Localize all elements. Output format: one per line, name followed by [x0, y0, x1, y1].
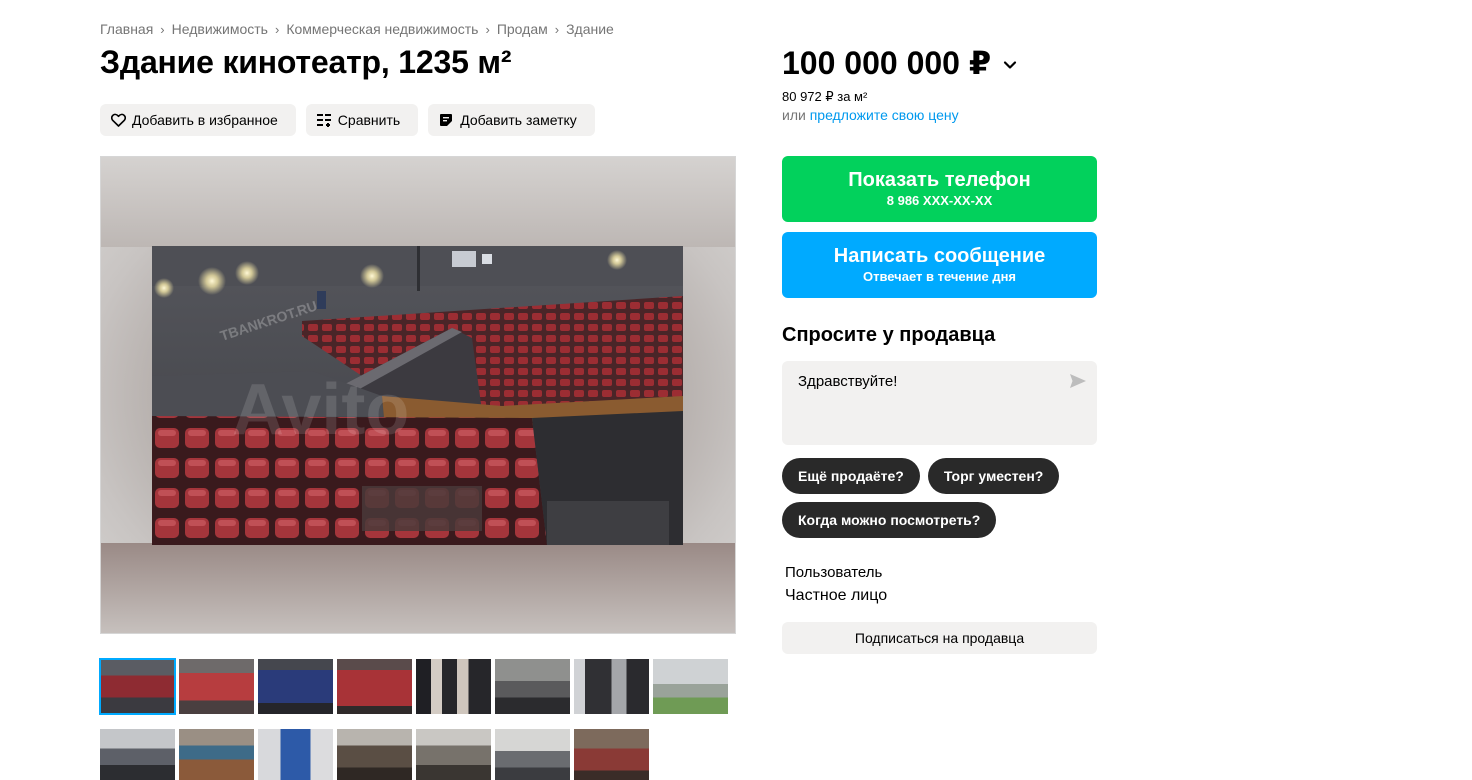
add-to-favorites-label: Добавить в избранное	[132, 112, 278, 128]
seller-type: Пользователь	[785, 564, 883, 581]
thumbnail[interactable]	[653, 659, 728, 714]
avito-watermark: Avito	[232, 370, 409, 450]
thumbnail[interactable]	[416, 659, 491, 714]
price-block: 100 000 000 ₽	[782, 44, 1017, 82]
thumbnail[interactable]	[495, 729, 570, 780]
breadcrumb-item-commercial[interactable]: Коммерческая недвижимость	[286, 21, 478, 37]
thumbnail[interactable]	[495, 659, 570, 714]
offer-price-line: или предложите свою цену	[782, 107, 959, 123]
price-value: 100 000 000 ₽	[782, 45, 992, 81]
quick-question-chip[interactable]: Торг уместен?	[927, 458, 1060, 494]
compare-button[interactable]: Сравнить	[305, 104, 419, 136]
phone-number: 8 986 XXX-XX-XX	[886, 193, 993, 208]
show-phone-button[interactable]: Показать телефон 8 986 XXX-XX-XX	[782, 156, 1097, 222]
send-icon[interactable]	[1069, 372, 1087, 390]
response-time: Отвечает в течение дня	[862, 269, 1017, 284]
breadcrumb-separator: ›	[160, 21, 165, 37]
breadcrumb-separator: ›	[274, 21, 280, 37]
note-icon	[438, 112, 454, 128]
ask-seller-title: Спросите у продавца	[782, 324, 996, 346]
quick-question-chip[interactable]: Ещё продаёте?	[782, 458, 920, 494]
offer-price-link[interactable]: предложите свою цену	[810, 107, 959, 123]
compare-icon	[316, 112, 332, 128]
ask-seller-text: Здравствуйте!	[798, 373, 898, 390]
breadcrumb: Главная › Недвижимость › Коммерческая не…	[100, 21, 614, 37]
main-photo[interactable]: TBANKROT.RU Avito	[100, 156, 736, 634]
thumbnail[interactable]	[416, 729, 491, 780]
thumbnail[interactable]	[574, 659, 649, 714]
quick-question-chip[interactable]: Когда можно посмотреть?	[782, 502, 997, 538]
quick-questions: Ещё продаёте? Торг уместен? Когда можно …	[782, 458, 1097, 538]
photo-blur-background	[101, 543, 735, 633]
thumbnail[interactable]	[258, 659, 333, 714]
heart-icon	[110, 112, 126, 128]
add-note-label: Добавить заметку	[460, 112, 577, 128]
photo-blur-background	[101, 157, 735, 247]
price-per-m2: 80 972 ₽ за м²	[782, 89, 868, 104]
thumbnail[interactable]	[99, 658, 176, 715]
breadcrumb-item-sell[interactable]: Продам	[497, 21, 548, 37]
breadcrumb-separator: ›	[554, 21, 560, 37]
thumbnail[interactable]	[337, 729, 412, 780]
subscribe-seller-button[interactable]: Подписаться на продавца	[782, 622, 1097, 654]
thumbnail[interactable]	[179, 729, 254, 780]
breadcrumb-item-realty[interactable]: Недвижимость	[172, 21, 268, 37]
chevron-down-icon[interactable]	[1003, 58, 1017, 72]
breadcrumb-item-home[interactable]: Главная	[100, 21, 153, 37]
thumbnail[interactable]	[337, 659, 412, 714]
thumbnail[interactable]	[258, 729, 333, 780]
breadcrumb-separator: ›	[485, 21, 490, 37]
add-note-button[interactable]: Добавить заметку	[428, 104, 595, 136]
page-title: Здание кинотеатр, 1235 м²	[100, 44, 512, 80]
show-phone-label: Показать телефон	[848, 169, 1031, 191]
thumbnail-strip	[99, 658, 728, 780]
cinema-hall-photo: TBANKROT.RU Avito	[152, 246, 683, 545]
write-message-button[interactable]: Написать сообщение Отвечает в течение дн…	[782, 232, 1097, 298]
compare-label: Сравнить	[337, 112, 401, 128]
add-to-favorites-button[interactable]: Добавить в избранное	[100, 104, 296, 136]
ask-seller-input[interactable]: Здравствуйте!	[782, 361, 1097, 445]
write-message-label: Написать сообщение	[833, 245, 1046, 267]
offer-prefix: или	[782, 107, 810, 123]
thumbnail[interactable]	[574, 729, 649, 780]
listing-actions: Добавить в избранное Сравнить Добавить з…	[100, 104, 595, 136]
thumbnail[interactable]	[179, 659, 254, 714]
breadcrumb-item-building[interactable]: Здание	[566, 21, 614, 37]
thumbnail[interactable]	[100, 729, 175, 780]
seller-name[interactable]: Частное лицо	[785, 587, 887, 605]
